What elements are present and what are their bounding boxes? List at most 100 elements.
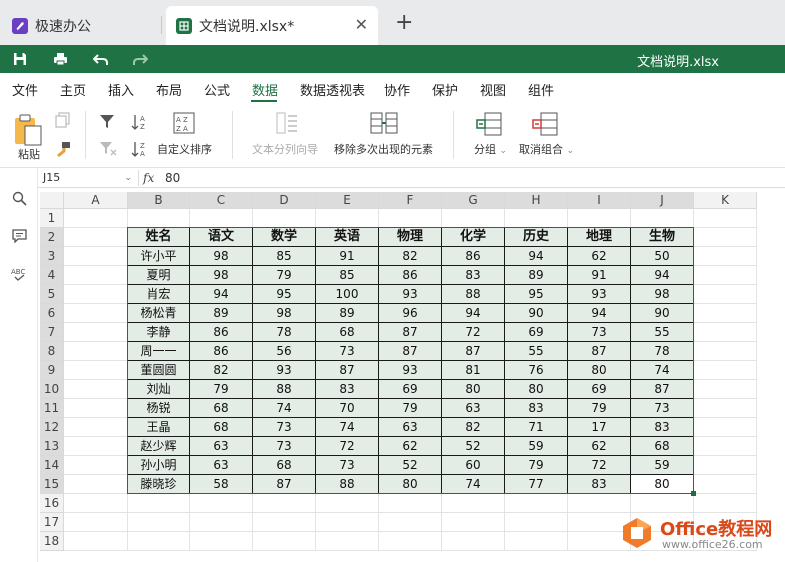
table-cell[interactable]: 93 — [379, 361, 442, 380]
remove-duplicates-label[interactable]: 移除多次出现的元素 — [334, 141, 433, 157]
column-header-k[interactable]: K — [694, 192, 757, 209]
table-cell[interactable]: 76 — [505, 361, 568, 380]
grid-cell[interactable] — [694, 304, 757, 323]
menu-data[interactable]: 数据 — [252, 80, 278, 99]
grid-cell[interactable] — [442, 209, 505, 228]
grid-cell[interactable] — [316, 513, 379, 532]
table-name-cell[interactable]: 刘灿 — [128, 380, 190, 399]
table-cell[interactable]: 74 — [253, 399, 316, 418]
menu-home[interactable]: 主页 — [60, 80, 86, 99]
table-cell[interactable]: 83 — [505, 399, 568, 418]
menu-insert[interactable]: 插入 — [108, 80, 134, 99]
row-header-10[interactable]: 10 — [40, 380, 64, 399]
menu-formula[interactable]: 公式 — [204, 80, 230, 99]
grid-cell[interactable] — [694, 323, 757, 342]
table-cell[interactable]: 74 — [631, 361, 694, 380]
undo-icon[interactable] — [91, 50, 109, 68]
grid-cell[interactable] — [64, 323, 128, 342]
add-tab-icon[interactable]: + — [395, 12, 413, 34]
table-cell[interactable]: 90 — [631, 304, 694, 323]
table-cell[interactable]: 59 — [631, 456, 694, 475]
table-cell[interactable]: 86 — [190, 342, 253, 361]
table-cell[interactable]: 81 — [442, 361, 505, 380]
table-cell[interactable]: 60 — [442, 456, 505, 475]
tab-home[interactable]: 极速办公 — [0, 6, 162, 45]
table-header-cell[interactable]: 历史 — [505, 228, 568, 247]
menu-collaborate[interactable]: 协作 — [384, 80, 410, 99]
table-name-cell[interactable]: 夏明 — [128, 266, 190, 285]
table-cell[interactable]: 68 — [190, 418, 253, 437]
table-cell[interactable]: 72 — [568, 456, 631, 475]
ungroup-icon[interactable] — [532, 112, 558, 139]
grid-cell[interactable] — [64, 456, 128, 475]
table-cell[interactable]: 83 — [442, 266, 505, 285]
table-cell[interactable]: 93 — [253, 361, 316, 380]
table-cell[interactable]: 55 — [631, 323, 694, 342]
spellcheck-icon[interactable]: ABC — [11, 266, 27, 282]
table-cell[interactable]: 87 — [568, 342, 631, 361]
row-header-16[interactable]: 16 — [40, 494, 64, 513]
table-cell[interactable]: 58 — [190, 475, 253, 494]
table-cell[interactable]: 98 — [631, 285, 694, 304]
table-header-cell[interactable]: 化学 — [442, 228, 505, 247]
row-header-6[interactable]: 6 — [40, 304, 64, 323]
save-icon[interactable] — [11, 50, 29, 68]
grid-cell[interactable] — [568, 209, 631, 228]
table-cell[interactable]: 70 — [316, 399, 379, 418]
grid-cell[interactable] — [190, 494, 253, 513]
grid-cell[interactable] — [694, 209, 757, 228]
table-cell[interactable]: 74 — [442, 475, 505, 494]
row-header-8[interactable]: 8 — [40, 342, 64, 361]
menu-layout[interactable]: 布局 — [156, 80, 182, 99]
table-cell[interactable]: 56 — [253, 342, 316, 361]
sort-descending-icon[interactable]: ZA — [131, 140, 149, 161]
grid-cell[interactable] — [128, 532, 190, 551]
table-cell[interactable]: 88 — [442, 285, 505, 304]
grid-cell[interactable] — [694, 361, 757, 380]
table-cell[interactable]: 69 — [379, 380, 442, 399]
column-header-g[interactable]: G — [442, 192, 505, 209]
column-header-i[interactable]: I — [568, 192, 631, 209]
grid-cell[interactable] — [64, 247, 128, 266]
search-icon[interactable] — [11, 190, 27, 206]
grid-cell[interactable] — [64, 266, 128, 285]
table-header-cell[interactable]: 姓名 — [128, 228, 190, 247]
grid-cell[interactable] — [64, 228, 128, 247]
tab-document[interactable]: 文档说明.xlsx* ✕ — [166, 6, 378, 45]
custom-sort-label[interactable]: 自定义排序 — [157, 141, 212, 157]
table-cell[interactable]: 94 — [442, 304, 505, 323]
menu-view[interactable]: 视图 — [480, 80, 506, 99]
grid-cell[interactable] — [379, 494, 442, 513]
table-cell[interactable]: 79 — [505, 456, 568, 475]
table-cell[interactable]: 62 — [379, 437, 442, 456]
table-cell[interactable]: 78 — [631, 342, 694, 361]
table-cell[interactable]: 69 — [505, 323, 568, 342]
column-header-j[interactable]: J — [631, 192, 694, 209]
grid-cell[interactable] — [694, 228, 757, 247]
row-header-13[interactable]: 13 — [40, 437, 64, 456]
group-icon[interactable] — [476, 112, 502, 139]
ungroup-label[interactable]: 取消组合 ⌄ — [519, 141, 574, 157]
grid-cell[interactable] — [505, 494, 568, 513]
table-cell[interactable]: 87 — [442, 342, 505, 361]
table-cell[interactable]: 80 — [568, 361, 631, 380]
grid-cell[interactable] — [64, 437, 128, 456]
table-cell[interactable]: 52 — [379, 456, 442, 475]
table-cell[interactable]: 73 — [568, 323, 631, 342]
table-cell[interactable]: 63 — [379, 418, 442, 437]
grid-cell[interactable] — [694, 266, 757, 285]
grid-cell[interactable] — [631, 209, 694, 228]
table-cell[interactable]: 73 — [631, 399, 694, 418]
table-cell[interactable]: 79 — [379, 399, 442, 418]
group-label[interactable]: 分组 ⌄ — [474, 141, 507, 157]
table-cell[interactable]: 68 — [253, 456, 316, 475]
table-cell[interactable]: 88 — [253, 380, 316, 399]
fill-handle[interactable] — [691, 491, 696, 496]
table-cell[interactable]: 72 — [316, 437, 379, 456]
row-header-1[interactable]: 1 — [40, 209, 64, 228]
table-name-cell[interactable]: 滕晓珍 — [128, 475, 190, 494]
table-cell[interactable]: 94 — [631, 266, 694, 285]
table-cell[interactable]: 69 — [568, 380, 631, 399]
grid-cell[interactable] — [631, 494, 694, 513]
menu-components[interactable]: 组件 — [528, 80, 554, 99]
